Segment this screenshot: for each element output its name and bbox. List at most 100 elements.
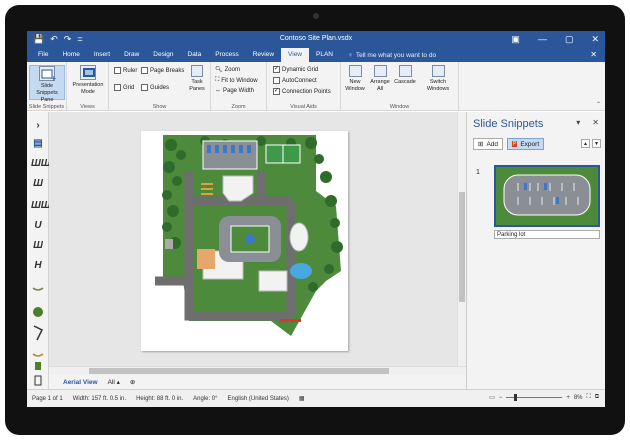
tab-home[interactable]: Home — [55, 48, 86, 62]
minimize-icon[interactable]: — — [538, 34, 547, 45]
stencil-shape-1[interactable]: ШШ — [31, 158, 51, 169]
visio-window: 💾 ↶ ↷ = Contoso Site Plan.vsdx ▣ — ▢ ✕ F… — [27, 31, 605, 407]
page-tab-aerial-view[interactable]: Aerial View — [63, 379, 98, 386]
arrange-all-button[interactable]: Arrange All — [368, 65, 392, 93]
zoom-in-icon[interactable]: + — [566, 395, 570, 401]
zoom-slider[interactable] — [506, 394, 563, 401]
group-zoom: 🔍︎ Zoom ⛶ Fit to Window ⇔ Page Width Zoom — [211, 62, 267, 111]
horizontal-scrollbar[interactable] — [49, 366, 466, 375]
ruler-checkbox[interactable]: Ruler — [114, 67, 137, 74]
page-number[interactable]: Page 1 of 1 — [32, 396, 63, 402]
presentation-icon — [80, 65, 96, 80]
snippet-thumbnail[interactable] — [494, 165, 600, 227]
slide-snippets-icon: + — [39, 66, 57, 83]
shape-width: Width: 157 ft. 0.5 in. — [72, 395, 127, 402]
stencil-shape-2[interactable]: Ш — [31, 178, 45, 189]
tab-insert[interactable]: Insert — [87, 48, 117, 62]
tab-draw[interactable]: Draw — [117, 48, 146, 62]
presentation-mode-icon[interactable]: ▭ — [489, 394, 495, 401]
cascade-button[interactable]: Cascade — [393, 65, 417, 86]
tab-design[interactable]: Design — [146, 48, 180, 62]
grid-checkbox[interactable]: Grid — [114, 84, 134, 91]
group-label-visual-aids: Visual Aids — [290, 104, 317, 110]
maximize-icon[interactable]: ▢ — [565, 34, 574, 45]
page-tabs-bar: Aerial View All ▴ ⊕ — [49, 375, 466, 389]
group-visual-aids: ✓ Dynamic Grid AutoConnect ✓ Connection Po… — [267, 62, 341, 111]
tab-data[interactable]: Data — [181, 48, 209, 62]
add-page-icon[interactable]: ⊕ — [130, 378, 135, 386]
vertical-scroll-thumb[interactable] — [459, 192, 465, 302]
switch-windows-status-icon[interactable]: ⧉ — [595, 394, 599, 401]
close-icon[interactable]: ✕ — [591, 34, 599, 45]
zoom-slider-knob[interactable] — [514, 394, 518, 401]
camera — [313, 13, 319, 19]
dynamic-grid-checkbox[interactable]: ✓ Dynamic Grid — [273, 66, 318, 73]
stencil-shape-5[interactable]: Ш — [31, 240, 45, 251]
task-panes-button[interactable]: Task Panes — [185, 65, 209, 93]
stencil-shape-3[interactable]: ШШ — [31, 200, 51, 211]
connection-points-checkbox[interactable]: ✓ Connection Points — [273, 88, 331, 95]
switch-windows-button[interactable]: Switch Windows — [421, 65, 455, 93]
fit-to-window-button[interactable]: ⛶ Fit to Window — [215, 77, 258, 84]
arrange-all-icon — [373, 65, 387, 77]
snippet-name-field[interactable]: Parking lot — [494, 230, 600, 239]
zoom-button[interactable]: 🔍︎ Zoom — [215, 66, 240, 74]
page-width-button[interactable]: ⇔ Page Width — [215, 88, 254, 94]
tell-me-text: Tell me what you want to do — [355, 51, 437, 59]
title-bar: 💾 ↶ ↷ = Contoso Site Plan.vsdx ▣ — ▢ ✕ — [27, 31, 605, 48]
pane-options-icon[interactable]: ▾ — [576, 118, 580, 127]
move-up-icon[interactable]: ▲ — [581, 139, 590, 148]
language[interactable]: English (United States) — [228, 396, 289, 402]
switch-windows-icon — [431, 65, 445, 77]
group-views: Presentation Mode Views — [67, 62, 109, 111]
export-snippet-button[interactable]: P Export — [507, 138, 545, 150]
zoom-level[interactable]: 8% — [574, 395, 583, 401]
magnifier-icon: 🔍︎ — [215, 67, 223, 73]
slide-snippets-pane-button[interactable]: + Slide Snippets Pane — [29, 65, 65, 103]
snippet-number: 1 — [476, 169, 480, 176]
zoom-out-icon[interactable]: − — [499, 395, 503, 401]
group-label-zoom: Zoom — [231, 104, 246, 110]
tell-me-box[interactable]: ♀ Tell me what you want to do — [348, 52, 436, 59]
stencil-shape-6[interactable]: H — [31, 260, 45, 271]
close-document-icon[interactable]: ✕ — [590, 50, 597, 59]
expand-shapes-icon[interactable]: › — [31, 120, 45, 131]
page-width-icon: ⇔ — [215, 88, 221, 94]
tab-process[interactable]: Process — [208, 48, 245, 62]
fit-page-icon[interactable]: ⛶ — [587, 394, 591, 401]
shapes-rail: › ▤ ШШ Ш ШШ U Ш H — [27, 112, 51, 389]
all-pages-button[interactable]: All ▴ — [108, 378, 120, 386]
pane-title: Slide Snippets — [473, 118, 544, 130]
lightbulb-icon: ♀ — [348, 51, 353, 59]
stencil-shape-4[interactable]: U — [31, 220, 45, 231]
vertical-scrollbar[interactable] — [457, 112, 466, 366]
add-snippet-icon: ⊞ — [478, 141, 484, 148]
group-label-views: Views — [80, 104, 95, 110]
drawing-canvas[interactable] — [49, 112, 457, 366]
task-panes-icon — [191, 65, 203, 77]
tab-view[interactable]: View — [281, 48, 310, 62]
horizontal-scroll-thumb[interactable] — [89, 368, 389, 374]
guides-checkbox[interactable]: Guides — [141, 84, 169, 91]
page-breaks-checkbox[interactable]: Page Breaks — [141, 67, 184, 74]
macro-icon[interactable]: ▦ — [299, 395, 305, 402]
collapse-ribbon-icon[interactable]: ⌃ — [596, 101, 601, 108]
shape-height: Height: 88 ft. 0 in. — [136, 395, 184, 402]
tab-plan[interactable]: PLAN — [309, 48, 340, 62]
ribbon-display-icon[interactable]: ▣ — [511, 34, 520, 45]
tab-file[interactable]: File — [31, 48, 55, 62]
drawing-page[interactable] — [141, 131, 348, 351]
pane-close-icon[interactable]: ✕ — [592, 118, 599, 127]
tab-review[interactable]: Review — [246, 48, 281, 62]
add-snippet-button[interactable]: ⊞ Add — [473, 138, 504, 150]
autoconnect-checkbox[interactable]: AutoConnect — [273, 77, 317, 84]
group-label-slide-snippets: Slide Snippets — [28, 104, 65, 110]
stencil-menu-icon[interactable]: ▤ — [31, 138, 45, 149]
stencil-shapes-lower[interactable] — [31, 282, 45, 387]
group-label-window: Window — [389, 104, 410, 110]
move-down-icon[interactable]: ▼ — [592, 139, 601, 148]
fit-window-icon: ⛶ — [215, 77, 220, 83]
new-window-button[interactable]: New Window — [343, 65, 367, 93]
presentation-mode-button[interactable]: Presentation Mode — [70, 65, 106, 96]
ribbon: + Slide Snippets Pane Slide Snippets Pre… — [27, 62, 605, 111]
